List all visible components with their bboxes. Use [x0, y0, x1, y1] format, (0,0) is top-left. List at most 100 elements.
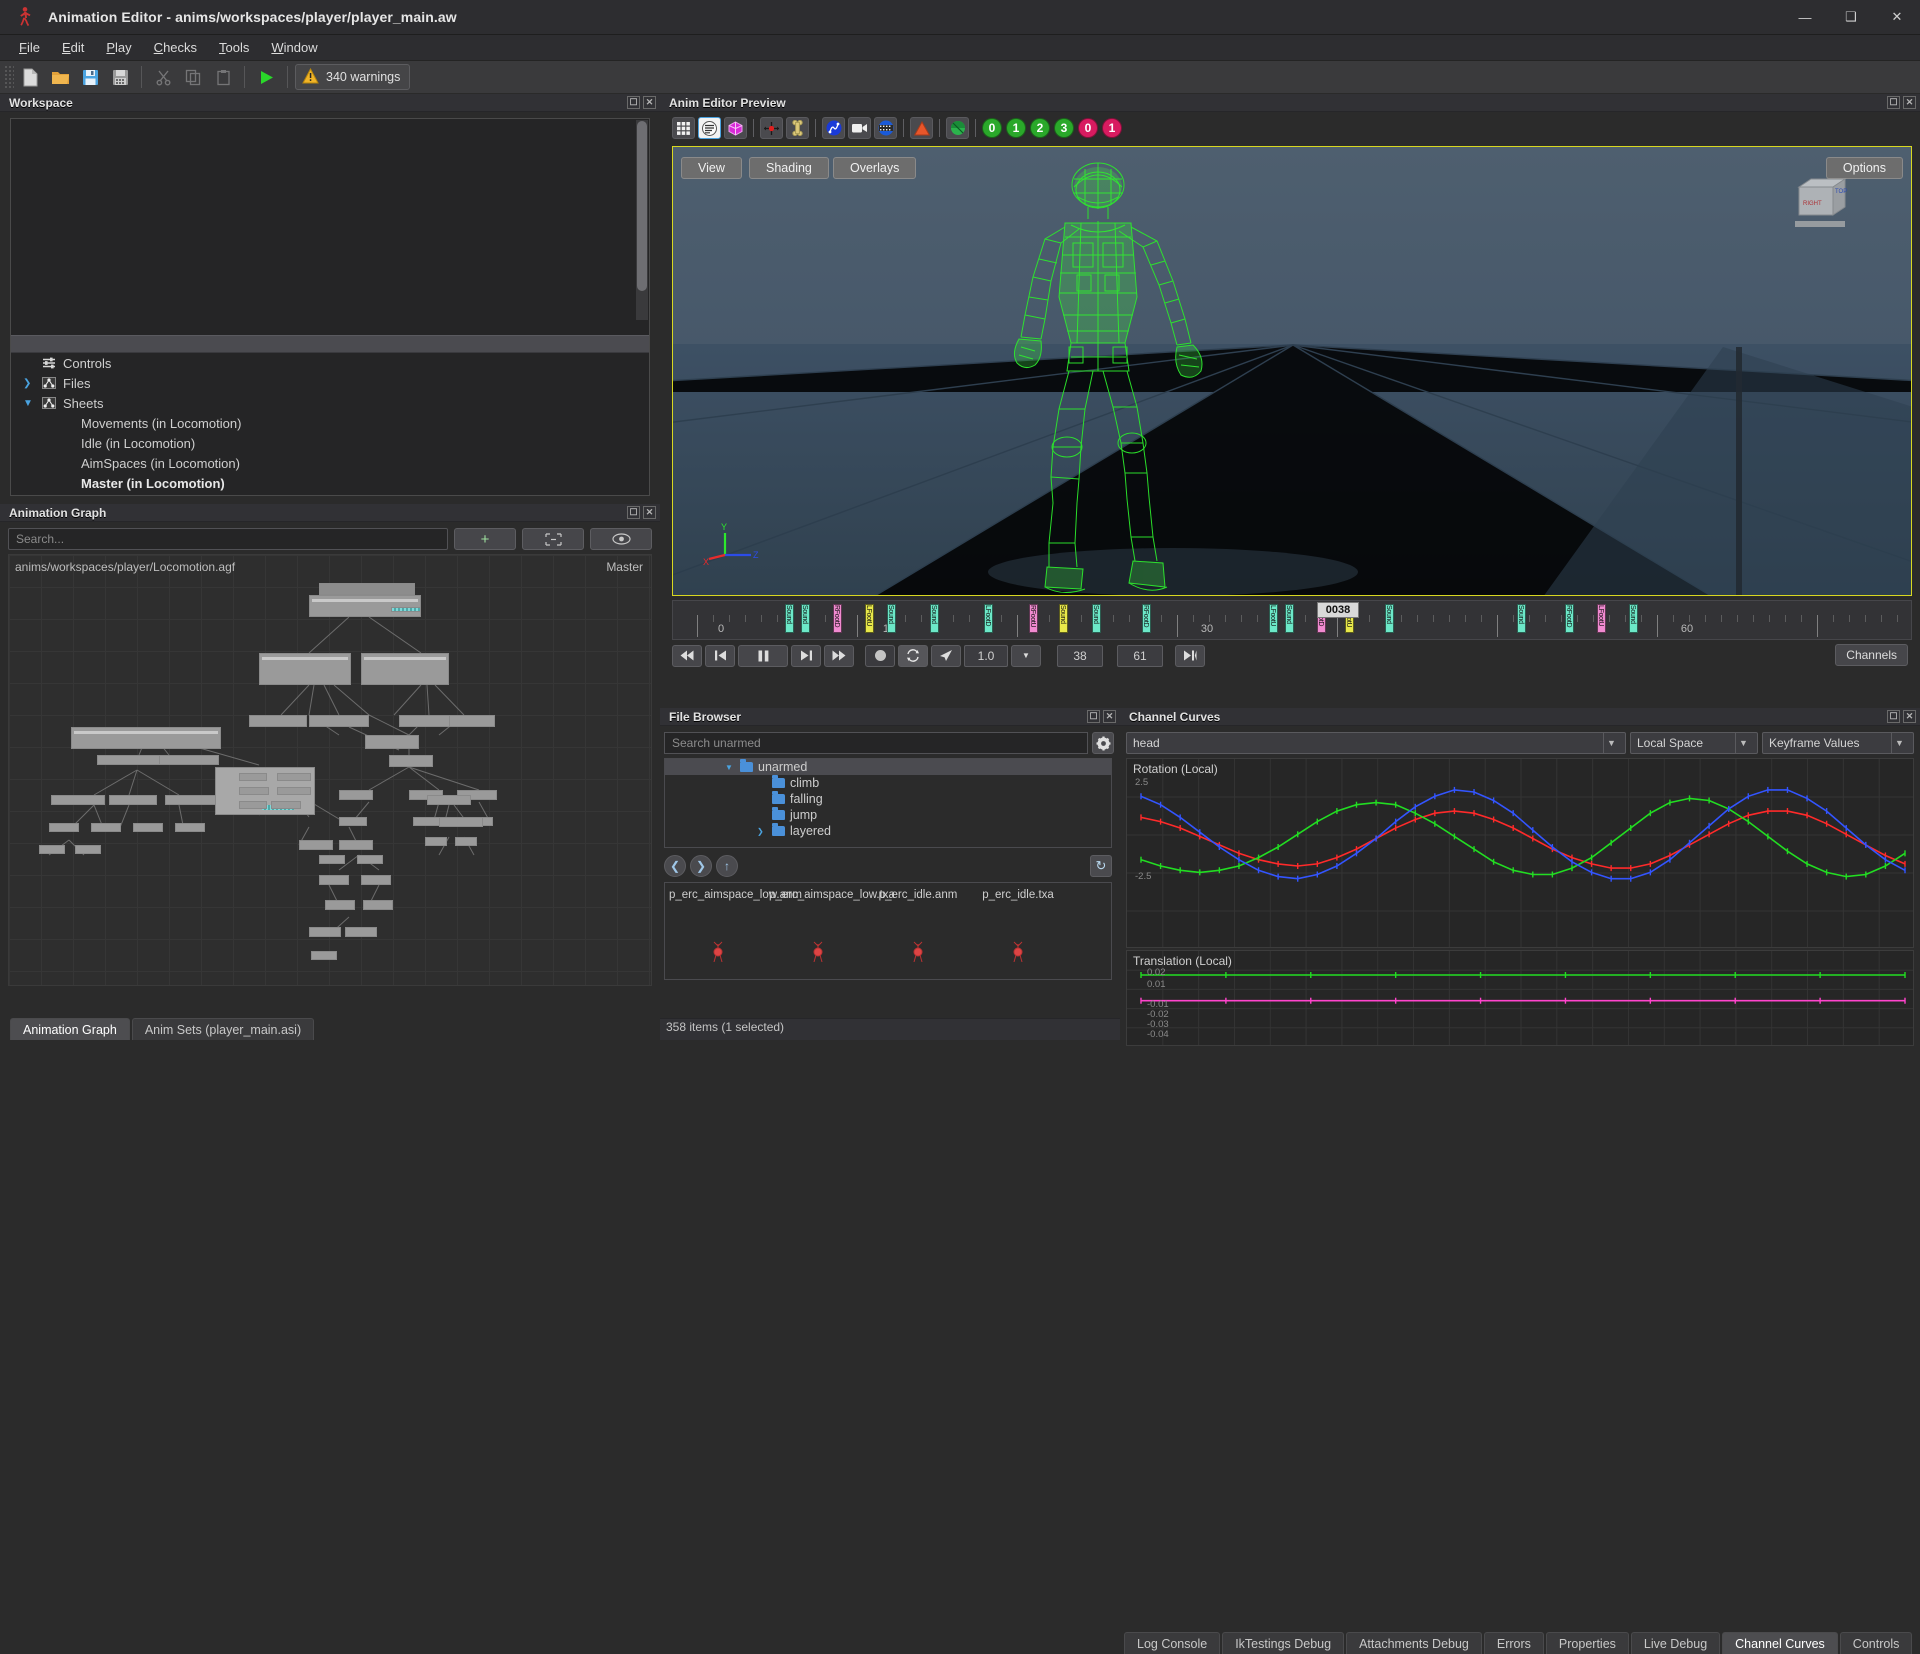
close-panel-icon[interactable]: ✕	[1103, 710, 1116, 723]
toolbar-grip[interactable]	[4, 65, 14, 89]
graph-node[interactable]	[413, 817, 441, 826]
menu-item-edit[interactable]: Edit	[51, 37, 95, 58]
mask-icon[interactable]	[946, 117, 969, 139]
menu-item-file[interactable]: File	[8, 37, 51, 58]
graph-node[interactable]	[325, 900, 355, 910]
back-icon[interactable]: ❮	[664, 855, 686, 877]
timeline-marker[interactable]: Sound	[1059, 604, 1068, 633]
float-panel-icon[interactable]: ☐	[1887, 710, 1900, 723]
workspace-scrollbar[interactable]	[636, 120, 648, 320]
graph-node[interactable]	[309, 927, 341, 937]
playback-speed-value[interactable]: 1.0	[964, 645, 1008, 667]
graph-node[interactable]	[109, 795, 157, 805]
graph-node[interactable]	[365, 735, 419, 749]
preview-badge-0[interactable]: 0	[982, 118, 1002, 138]
save-icon[interactable]	[76, 64, 104, 90]
timeline-marker[interactable]: RFootD	[1565, 604, 1574, 633]
forward-icon[interactable]: ❯	[690, 855, 712, 877]
bottom-tab-log-console[interactable]: Log Console	[1124, 1632, 1220, 1654]
timeline-marker[interactable]: RFootD	[1142, 604, 1151, 633]
fast-forward-icon[interactable]	[824, 645, 854, 667]
file-tree-item-unarmed[interactable]: ▼unarmed	[665, 759, 1111, 775]
graph-node[interactable]	[39, 845, 65, 854]
graph-node[interactable]	[133, 823, 163, 832]
tree-expander-icon[interactable]: ❯	[757, 827, 767, 836]
graph-node[interactable]	[455, 837, 477, 846]
save-all-icon[interactable]	[106, 64, 134, 90]
graph-tab-animation-graph[interactable]: Animation Graph	[10, 1018, 130, 1040]
record-icon[interactable]	[865, 645, 895, 667]
animation-graph-canvas[interactable]: anims/workspaces/player/Locomotion.agf M…	[8, 554, 652, 986]
file-item[interactable]: p_erc_aimspace_low.txa	[769, 889, 867, 973]
file-tree-item-falling[interactable]: falling	[665, 791, 1111, 807]
graph-fit-button[interactable]	[522, 528, 584, 550]
graph-node[interactable]	[399, 715, 455, 727]
bottom-tab-channel-curves[interactable]: Channel Curves	[1722, 1632, 1838, 1654]
graph-node[interactable]	[427, 795, 471, 805]
graph-node[interactable]	[389, 755, 433, 767]
rewind-icon[interactable]	[672, 645, 702, 667]
graph-node[interactable]	[75, 845, 101, 854]
channels-button[interactable]: Channels	[1835, 644, 1908, 666]
file-browser-file-list[interactable]: p_erc_aimspace_low.anmp_erc_aimspace_low…	[664, 882, 1112, 980]
timeline-playhead[interactable]: 0038	[1317, 602, 1359, 618]
graph-node[interactable]	[277, 787, 311, 795]
text-lines-icon[interactable]	[698, 117, 721, 139]
prev-frame-icon[interactable]	[705, 645, 735, 667]
graph-node[interactable]	[357, 855, 383, 864]
new-file-icon[interactable]	[16, 64, 44, 90]
graph-node[interactable]	[449, 715, 495, 727]
float-panel-icon[interactable]: ☐	[1087, 710, 1100, 723]
graph-node[interactable]	[249, 715, 307, 727]
graph-node[interactable]	[339, 790, 373, 800]
file-browser-search-input[interactable]: Search unarmed	[664, 732, 1088, 754]
timeline-marker[interactable]: LFootD	[984, 604, 993, 633]
timeline-marker[interactable]: Sound	[1285, 604, 1294, 633]
timeline-marker[interactable]: RFootD	[833, 604, 842, 633]
magenta-cube-icon[interactable]	[724, 117, 747, 139]
film-icon[interactable]	[874, 117, 897, 139]
file-browser-tree[interactable]: ▼unarmedclimbfallingjump❯layered	[664, 758, 1112, 848]
translation-curve-graph[interactable]: Translation (Local) 0.02 0.01 -0.01 -0.0…	[1126, 950, 1914, 1046]
timeline-marker[interactable]: LFootU	[1597, 604, 1606, 633]
file-tree-item-climb[interactable]: climb	[665, 775, 1111, 791]
tree-expander-icon[interactable]: ❯	[23, 378, 35, 389]
menu-item-play[interactable]: Play	[95, 37, 142, 58]
graph-node[interactable]	[277, 773, 311, 781]
workspace-tree-item-movements-in-locomotion[interactable]: Movements (in Locomotion)	[11, 413, 649, 433]
timeline-marker[interactable]: LFootU	[865, 604, 874, 633]
go-to-end-icon[interactable]	[1175, 645, 1205, 667]
workspace-tree-item-files[interactable]: ❯Files	[11, 373, 649, 393]
graph-node[interactable]	[259, 653, 351, 685]
workspace-tree-item-controls[interactable]: Controls	[11, 353, 649, 373]
maximize-button[interactable]: ❑	[1828, 0, 1874, 35]
tree-expander-icon[interactable]: ▼	[23, 398, 35, 409]
preview-badge-4[interactable]: 0	[1078, 118, 1098, 138]
preview-badge-5[interactable]: 1	[1102, 118, 1122, 138]
speed-dropdown-arrow[interactable]: ▼	[1011, 645, 1041, 667]
graph-node[interactable]	[49, 823, 79, 832]
timeline-marker[interactable]: Sound	[1385, 604, 1394, 633]
bottom-tab-iktestings-debug[interactable]: IkTestings Debug	[1222, 1632, 1344, 1654]
graph-node[interactable]	[439, 817, 483, 827]
view-button[interactable]: View	[681, 157, 742, 179]
graph-node[interactable]	[319, 875, 349, 885]
up-icon[interactable]: ↑	[716, 855, 738, 877]
bottom-tab-properties[interactable]: Properties	[1546, 1632, 1629, 1654]
tree-expander-icon[interactable]: ▼	[725, 763, 735, 772]
workspace-tree-item-sheets[interactable]: ▼Sheets	[11, 393, 649, 413]
cut-icon[interactable]	[149, 64, 177, 90]
timeline-marker[interactable]: Sound	[1092, 604, 1101, 633]
bottom-tab-attachments-debug[interactable]: Attachments Debug	[1346, 1632, 1482, 1654]
graph-search-input[interactable]: Search...	[8, 528, 448, 550]
graph-node[interactable]	[425, 837, 447, 846]
graph-node[interactable]	[51, 795, 105, 805]
orientation-gizmo[interactable]: RIGHT TOP	[1777, 175, 1867, 245]
graph-node[interactable]	[311, 951, 337, 960]
refresh-icon[interactable]: ↻	[1090, 855, 1112, 877]
minimize-button[interactable]: —	[1782, 0, 1828, 35]
file-item[interactable]: p_erc_idle.txa	[969, 889, 1067, 973]
file-tree-item-layered[interactable]: ❯layered	[665, 823, 1111, 839]
timeline-marker[interactable]: Sound	[930, 604, 939, 633]
menu-item-tools[interactable]: Tools	[208, 37, 260, 58]
